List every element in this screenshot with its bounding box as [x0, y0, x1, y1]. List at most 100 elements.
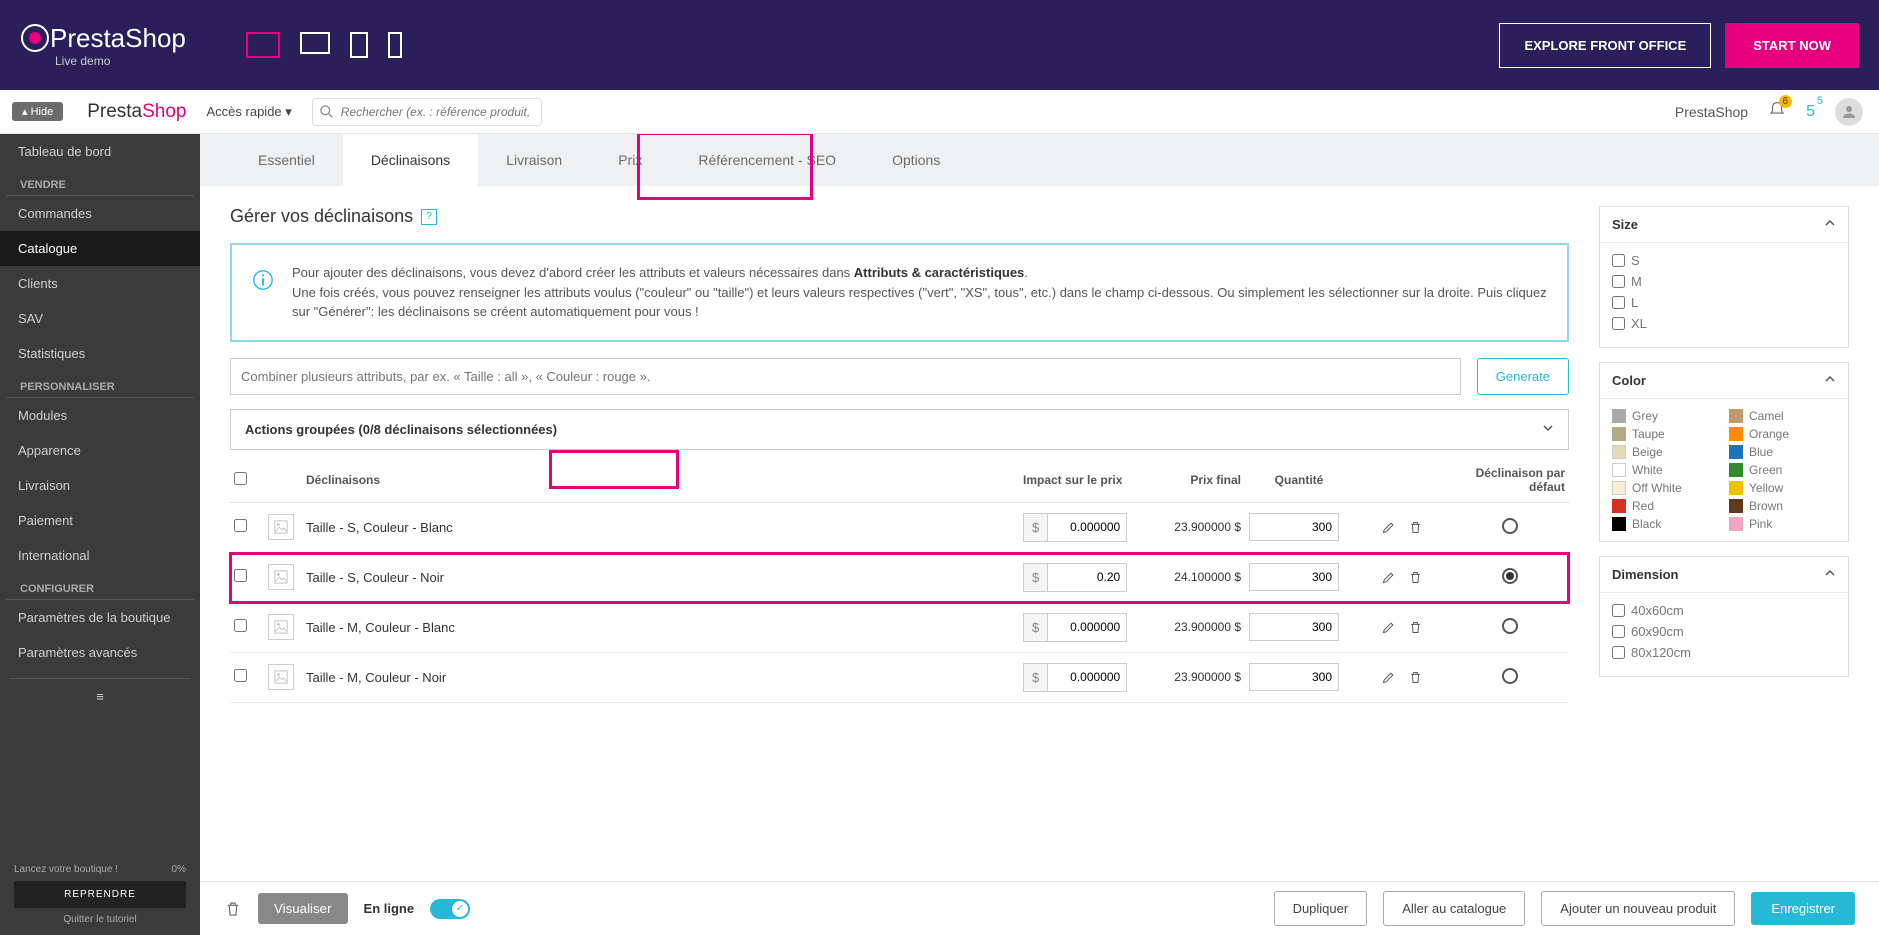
- laptop-icon[interactable]: [300, 32, 330, 54]
- filter-dimension-header[interactable]: Dimension: [1600, 557, 1848, 593]
- color-option[interactable]: White: [1612, 463, 1719, 477]
- impact-input[interactable]: [1047, 513, 1127, 542]
- search-icon: [320, 105, 334, 119]
- hide-button[interactable]: ▴ Hide: [12, 102, 63, 121]
- sidebar-item-livraison[interactable]: Livraison: [0, 468, 200, 503]
- search-input[interactable]: [312, 98, 542, 126]
- sidebar-item-params-avances[interactable]: Paramètres avancés: [0, 635, 200, 670]
- reprendre-button[interactable]: REPRENDRE: [14, 881, 186, 908]
- delete-icon[interactable]: [1408, 670, 1423, 685]
- sidebar-item-international[interactable]: International: [0, 538, 200, 573]
- default-radio[interactable]: [1502, 518, 1518, 534]
- trash-icon[interactable]: [224, 900, 242, 918]
- dimension-option[interactable]: 40x60cm: [1612, 603, 1836, 618]
- thumbnail-icon[interactable]: [268, 564, 294, 590]
- color-option[interactable]: Off White: [1612, 481, 1719, 495]
- qty-input[interactable]: [1249, 513, 1339, 541]
- impact-input[interactable]: [1047, 563, 1127, 592]
- impact-input[interactable]: [1047, 663, 1127, 692]
- color-option[interactable]: Grey: [1612, 409, 1719, 423]
- tab-options[interactable]: Options: [864, 134, 968, 186]
- sidebar-item-clients[interactable]: Clients: [0, 266, 200, 301]
- thumbnail-icon[interactable]: [268, 614, 294, 640]
- sidebar-item-statistiques[interactable]: Statistiques: [0, 336, 200, 371]
- color-option[interactable]: Camel: [1729, 409, 1836, 423]
- size-option[interactable]: XL: [1612, 316, 1836, 331]
- tab-seo[interactable]: Référencement - SEO: [670, 134, 864, 186]
- color-option[interactable]: Red: [1612, 499, 1719, 513]
- sidebar-item-catalogue[interactable]: Catalogue: [0, 231, 200, 266]
- row-checkbox[interactable]: [234, 619, 247, 632]
- color-option[interactable]: Black: [1612, 517, 1719, 531]
- delete-icon[interactable]: [1408, 570, 1423, 585]
- default-radio[interactable]: [1502, 568, 1518, 584]
- edit-icon[interactable]: [1381, 520, 1396, 535]
- row-checkbox[interactable]: [234, 569, 247, 582]
- tab-declinaisons[interactable]: Déclinaisons: [343, 134, 478, 186]
- filter-size-header[interactable]: Size: [1600, 207, 1848, 243]
- sidebar-collapse-icon[interactable]: ≡: [10, 678, 190, 714]
- color-option[interactable]: Orange: [1729, 427, 1836, 441]
- tab-essentiel[interactable]: Essentiel: [230, 134, 343, 186]
- dimension-option[interactable]: 80x120cm: [1612, 645, 1836, 660]
- edit-icon[interactable]: [1381, 570, 1396, 585]
- sidebar-item-sav[interactable]: SAV: [0, 301, 200, 336]
- tab-prix[interactable]: Prix: [590, 134, 670, 186]
- color-option[interactable]: Brown: [1729, 499, 1836, 513]
- qty-input[interactable]: [1249, 663, 1339, 691]
- default-radio[interactable]: [1502, 618, 1518, 634]
- color-option[interactable]: Taupe: [1612, 427, 1719, 441]
- sidebar-item-commandes[interactable]: Commandes: [0, 196, 200, 231]
- online-toggle[interactable]: [430, 899, 470, 919]
- color-option[interactable]: Green: [1729, 463, 1836, 477]
- size-option[interactable]: L: [1612, 295, 1836, 310]
- color-option[interactable]: Yellow: [1729, 481, 1836, 495]
- edit-icon[interactable]: [1381, 620, 1396, 635]
- thumbnail-icon[interactable]: [268, 514, 294, 540]
- qty-input[interactable]: [1249, 613, 1339, 641]
- mobile-icon[interactable]: [388, 32, 402, 58]
- edit-icon[interactable]: [1381, 670, 1396, 685]
- messages-icon[interactable]: 5 5: [1806, 103, 1815, 121]
- quick-access-dropdown[interactable]: Accès rapide ▾: [207, 104, 292, 120]
- grouped-actions-toggle[interactable]: Actions groupées (0/8 déclinaisons sélec…: [230, 409, 1569, 450]
- desktop-icon[interactable]: [246, 32, 280, 58]
- impact-input[interactable]: [1047, 613, 1127, 642]
- select-all-checkbox[interactable]: [234, 472, 247, 485]
- tab-livraison[interactable]: Livraison: [478, 134, 590, 186]
- sidebar-item-dashboard[interactable]: Tableau de bord: [0, 134, 200, 169]
- color-option[interactable]: Beige: [1612, 445, 1719, 459]
- sidebar-item-paiement[interactable]: Paiement: [0, 503, 200, 538]
- delete-icon[interactable]: [1408, 520, 1423, 535]
- user-avatar[interactable]: [1835, 98, 1863, 126]
- color-option[interactable]: Pink: [1729, 517, 1836, 531]
- filter-color-header[interactable]: Color: [1600, 363, 1848, 399]
- qty-input[interactable]: [1249, 563, 1339, 591]
- explore-button[interactable]: EXPLORE FRONT OFFICE: [1499, 23, 1711, 68]
- row-checkbox[interactable]: [234, 669, 247, 682]
- size-option[interactable]: M: [1612, 274, 1836, 289]
- catalog-button[interactable]: Aller au catalogue: [1383, 891, 1525, 926]
- tablet-icon[interactable]: [350, 32, 368, 58]
- start-now-button[interactable]: START NOW: [1725, 23, 1859, 68]
- thumbnail-icon[interactable]: [268, 664, 294, 690]
- save-button[interactable]: Enregistrer: [1751, 892, 1855, 925]
- dimension-option[interactable]: 60x90cm: [1612, 624, 1836, 639]
- shop-name[interactable]: PrestaShop: [1675, 104, 1748, 120]
- default-radio[interactable]: [1502, 668, 1518, 684]
- sidebar-item-apparence[interactable]: Apparence: [0, 433, 200, 468]
- delete-icon[interactable]: [1408, 620, 1423, 635]
- size-option[interactable]: S: [1612, 253, 1836, 268]
- row-checkbox[interactable]: [234, 519, 247, 532]
- sidebar-item-params-boutique[interactable]: Paramètres de la boutique: [0, 600, 200, 635]
- quit-tutorial-link[interactable]: Quitter le tutoriel: [14, 914, 186, 925]
- generate-button[interactable]: Generate: [1477, 358, 1569, 395]
- preview-button[interactable]: Visualiser: [258, 893, 348, 924]
- duplicate-button[interactable]: Dupliquer: [1274, 891, 1368, 926]
- combine-input[interactable]: [230, 358, 1461, 395]
- notifications-icon[interactable]: 6: [1768, 101, 1786, 122]
- add-product-button[interactable]: Ajouter un nouveau produit: [1541, 891, 1735, 926]
- help-icon[interactable]: ?: [421, 209, 437, 225]
- sidebar-item-modules[interactable]: Modules: [0, 398, 200, 433]
- color-option[interactable]: Blue: [1729, 445, 1836, 459]
